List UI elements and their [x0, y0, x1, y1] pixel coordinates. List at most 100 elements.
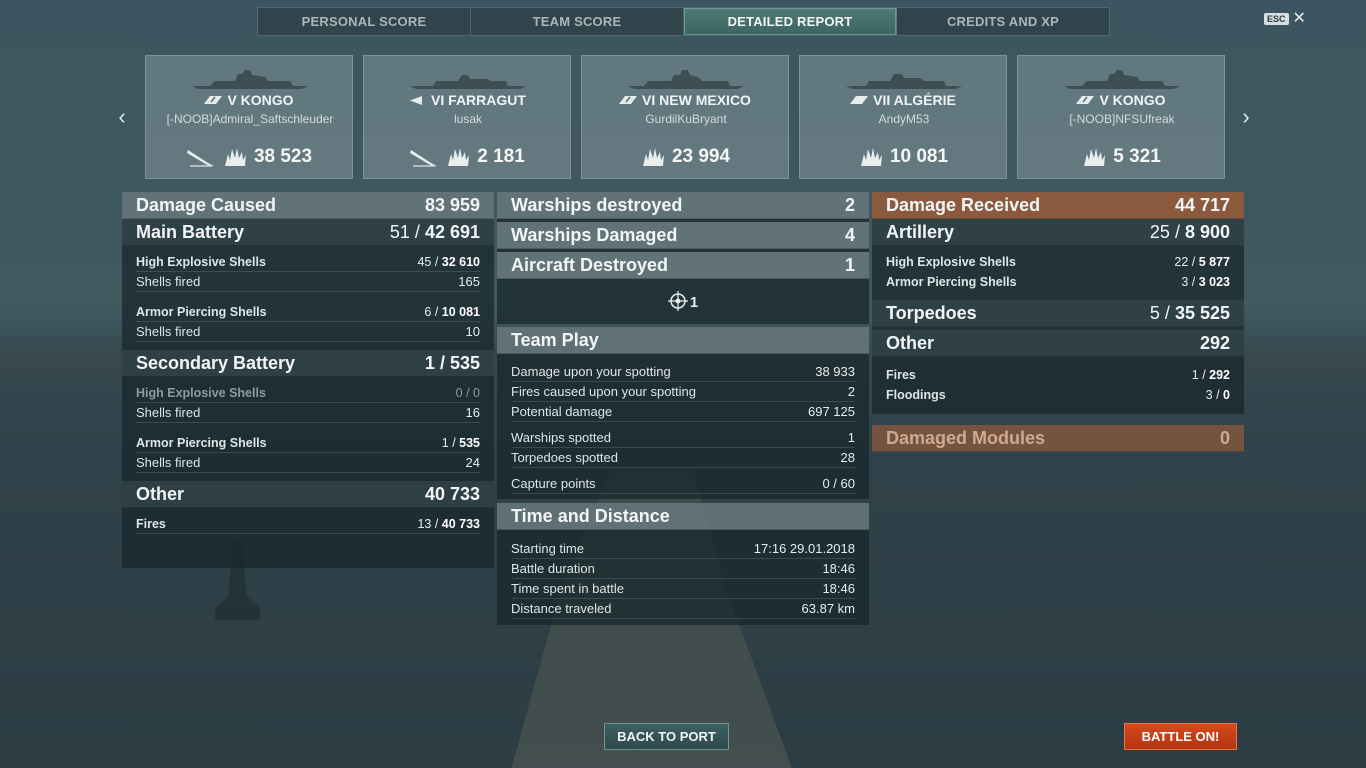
ship-silhouette-icon	[846, 74, 962, 89]
aircraft-kill-indicator: 1	[497, 291, 869, 311]
tab-credits-and-xp[interactable]: CREDITS AND XP	[897, 8, 1109, 35]
player-name: lusak	[453, 112, 482, 126]
aircraft-kill-count: 1	[689, 294, 699, 311]
ship-tier-name: VI FARRAGUT	[431, 92, 526, 108]
ship-tier-name: V KONGO	[227, 92, 294, 108]
tab-team-score[interactable]: TEAM SCORE	[471, 8, 684, 35]
ship-damage-value: 5 321	[1113, 146, 1161, 167]
esc-close-button[interactable]: ESC ✕	[1264, 11, 1306, 27]
prev-arrow-icon[interactable]: ‹	[114, 104, 130, 130]
player-name: GurdilKuBryant	[645, 112, 727, 126]
explosion-hit-icon	[224, 148, 246, 166]
ship-tier-name: VII ALGÉRIE	[873, 92, 956, 108]
aircraft-destroyed-row: Aircraft Destroyed 1	[497, 252, 869, 279]
ship-damage-value: 38 523	[253, 146, 313, 167]
damage-caused-title: Damage Caused	[136, 194, 277, 215]
ship-damage-row: 38 523	[146, 146, 352, 168]
battleship-class-icon	[204, 95, 223, 104]
ship-tier-name: VI NEW MEXICO	[642, 92, 751, 108]
crosshair-icon	[667, 291, 688, 311]
secondary-he-row: High Explosive Shells 0 / 0	[136, 383, 480, 403]
warships-destroyed-row: Warships destroyed 2	[497, 192, 869, 219]
team-play-row: Torpedoes spotted 28	[511, 448, 855, 468]
close-icon[interactable]: ✕	[1293, 11, 1306, 27]
main-he-fired-row: Shells fired 165	[136, 272, 480, 292]
time-distance-panel: Time and Distance Starting time 17:16 29.…	[497, 503, 869, 625]
damage-received-header: Damage Received 44 717	[872, 192, 1244, 219]
tab-detailed-report[interactable]: DETAILED REPORT	[684, 8, 897, 35]
ship-damage-row: 23 994	[582, 146, 788, 168]
next-arrow-icon[interactable]: ›	[1238, 104, 1254, 130]
main-he-row: High Explosive Shells 45 / 32 610	[136, 252, 480, 272]
secondary-battery-label: Secondary Battery	[136, 352, 296, 373]
main-ap-row: Armor Piercing Shells 6 / 10 081	[136, 302, 480, 322]
torpedo-hit-icon	[186, 150, 214, 167]
team-play-panel: Team Play Damage upon your spotting 38 93…	[497, 327, 869, 499]
ship-card[interactable]: VI FARRAGUT lusak 2 181	[363, 55, 571, 179]
ship-card[interactable]: VII ALGÉRIE AndyM53 10 081	[799, 55, 1007, 179]
explosion-hit-icon	[1084, 148, 1106, 166]
time-distance-row: Starting time 17:16 29.01.2018	[511, 539, 855, 559]
time-distance-row: Battle duration 18:46	[511, 559, 855, 579]
back-to-port-button[interactable]: BACK TO PORT	[604, 723, 729, 750]
time-distance-header: Time and Distance	[497, 503, 869, 530]
ship-name: V KONGO	[146, 92, 352, 108]
time-distance-row: Time spent in battle 18:46	[511, 579, 855, 599]
ship-damage-row: 10 081	[800, 146, 1006, 168]
explosion-hit-icon	[448, 148, 470, 166]
team-play-row: Fires caused upon your spotting 2	[511, 382, 855, 402]
fires-received-row: Fires 1 / 292	[886, 368, 1230, 382]
torpedo-hit-icon	[410, 150, 438, 167]
ship-silhouette-icon	[192, 70, 308, 89]
artillery-header: Artillery 25 / 8 900	[872, 219, 1244, 246]
ship-silhouette-icon	[1064, 70, 1180, 89]
warships-damaged-row: Warships Damaged 4	[497, 222, 869, 249]
floodings-received-row: Floodings 3 / 0	[886, 388, 1230, 402]
esc-key-label: ESC	[1264, 13, 1289, 25]
tab-bar: PERSONAL SCORE TEAM SCORE DETAILED REPOR…	[257, 7, 1110, 36]
received-ap-row: Armor Piercing Shells 3 / 3 023	[886, 275, 1230, 289]
secondary-battery-header: Secondary Battery 1 / 535	[122, 350, 494, 377]
damage-caused-header: Damage Caused 83 959	[122, 192, 494, 219]
received-he-row: High Explosive Shells 22 / 5 877	[886, 255, 1230, 269]
other-caused-header: Other 40 733	[122, 481, 494, 508]
ship-silhouette-icon	[628, 70, 744, 89]
team-play-row: Potential damage 697 125	[511, 402, 855, 422]
torpedoes-received-header: Torpedoes 5 / 35 525	[872, 300, 1244, 327]
team-play-row: Damage upon your spotting 38 933	[511, 362, 855, 382]
ship-card[interactable]: V KONGO [-NOOB]NFSUfreak 5 321	[1017, 55, 1225, 179]
cruiser-class-icon	[850, 95, 869, 104]
ship-tier-name: V KONGO	[1099, 92, 1166, 108]
team-play-row: Capture points 0 / 60	[511, 474, 855, 494]
explosion-hit-icon	[642, 148, 664, 166]
main-battery-label: Main Battery	[136, 221, 245, 242]
ship-name: VII ALGÉRIE	[800, 92, 1006, 108]
main-battery-value: 51 / 42 691	[389, 221, 480, 242]
destroyer-class-icon	[410, 95, 423, 105]
tab-personal-score[interactable]: PERSONAL SCORE	[258, 8, 471, 35]
team-play-row: Warships spotted 1	[511, 428, 855, 448]
main-battery-header: Main Battery 51 / 42 691	[122, 219, 494, 246]
damage-received-panel: Damage Received 44 717 Artillery 25 / 8 …	[872, 192, 1244, 414]
battle-on-button[interactable]: BATTLE ON!	[1124, 723, 1237, 750]
secondary-ap-fired-row: Shells fired 24	[136, 453, 480, 473]
player-name: AndyM53	[878, 112, 930, 126]
damage-caused-panel: Damage Caused 83 959 Main Battery 51 / 4…	[122, 192, 494, 568]
ship-name: V KONGO	[1018, 92, 1224, 108]
ship-damage-row: 2 181	[364, 146, 570, 168]
other-received-header: Other 292	[872, 330, 1244, 357]
ship-card[interactable]: VI NEW MEXICO GurdilKuBryant 23 994	[581, 55, 789, 179]
ship-name: VI NEW MEXICO	[582, 92, 788, 108]
ship-damage-value: 2 181	[477, 146, 525, 167]
kills-panel: Warships destroyed 2 Warships Damaged 4 …	[497, 192, 869, 324]
player-name: [-NOOB]Admiral_Saftschleuder	[166, 112, 334, 126]
secondary-he-fired-row: Shells fired 16	[136, 403, 480, 423]
ship-damage-value: 23 994	[671, 146, 731, 167]
ship-card[interactable]: V KONGO [-NOOB]Admiral_Saftschleuder 38 …	[145, 55, 353, 179]
ship-damage-row: 5 321	[1018, 146, 1224, 168]
ship-damage-value: 10 081	[889, 146, 949, 167]
ship-cards: V KONGO [-NOOB]Admiral_Saftschleuder 38 …	[145, 55, 1225, 179]
secondary-battery-value: 1 / 535	[424, 352, 480, 373]
damaged-modules-header: Damaged Modules 0	[872, 425, 1244, 452]
time-distance-row: Distance traveled 63.87 km	[511, 599, 855, 619]
